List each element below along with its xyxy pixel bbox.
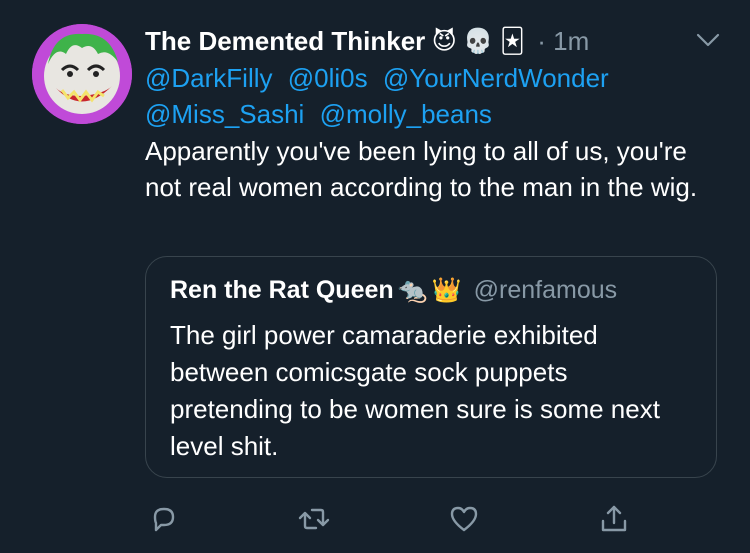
- tweet-header: The Demented Thinker 😈 💀 🃏 · 1m: [145, 22, 589, 60]
- timestamp[interactable]: · 1m: [537, 26, 589, 57]
- mention-link[interactable]: @molly_beans: [320, 99, 492, 129]
- rat-emoji: 🐀: [397, 276, 428, 304]
- mention-link[interactable]: @Miss_Sashi: [145, 99, 304, 129]
- action-bar: [0, 502, 750, 538]
- skull-emoji: 💀: [463, 27, 494, 55]
- mention-link[interactable]: @0li0s: [288, 63, 368, 93]
- retweet-icon[interactable]: [297, 502, 331, 536]
- smiling-imp-emoji: 😈: [431, 27, 457, 55]
- mention-link[interactable]: @DarkFilly: [145, 63, 273, 93]
- quoted-tweet-text: The girl power camaraderie exhibited bet…: [170, 320, 660, 461]
- tweet: The Demented Thinker 😈 💀 🃏 · 1m @DarkFil…: [0, 0, 750, 553]
- quoted-display-name: Ren the Rat Queen: [170, 275, 394, 304]
- crown-emoji: 👑: [431, 276, 462, 304]
- avatar[interactable]: [32, 24, 132, 124]
- chevron-down-icon[interactable]: [695, 30, 721, 50]
- tweet-text: Apparently you've been lying to all of u…: [145, 136, 698, 202]
- joker-card-emoji: 🃏: [500, 27, 525, 55]
- heart-icon[interactable]: [447, 502, 481, 536]
- mention-link[interactable]: @YourNerdWonder: [383, 63, 609, 93]
- quoted-tweet[interactable]: Ren the Rat Queen 🐀 👑 @renfamous The gir…: [145, 256, 717, 478]
- share-icon[interactable]: [597, 502, 631, 536]
- quoted-tweet-header: Ren the Rat Queen 🐀 👑 @renfamous: [170, 275, 617, 305]
- mentions: @DarkFilly @0li0s @YourNerdWonder @Miss_…: [145, 60, 705, 132]
- display-name[interactable]: The Demented Thinker: [145, 26, 425, 57]
- reply-icon[interactable]: [147, 502, 181, 536]
- quoted-handle: @renfamous: [473, 275, 618, 304]
